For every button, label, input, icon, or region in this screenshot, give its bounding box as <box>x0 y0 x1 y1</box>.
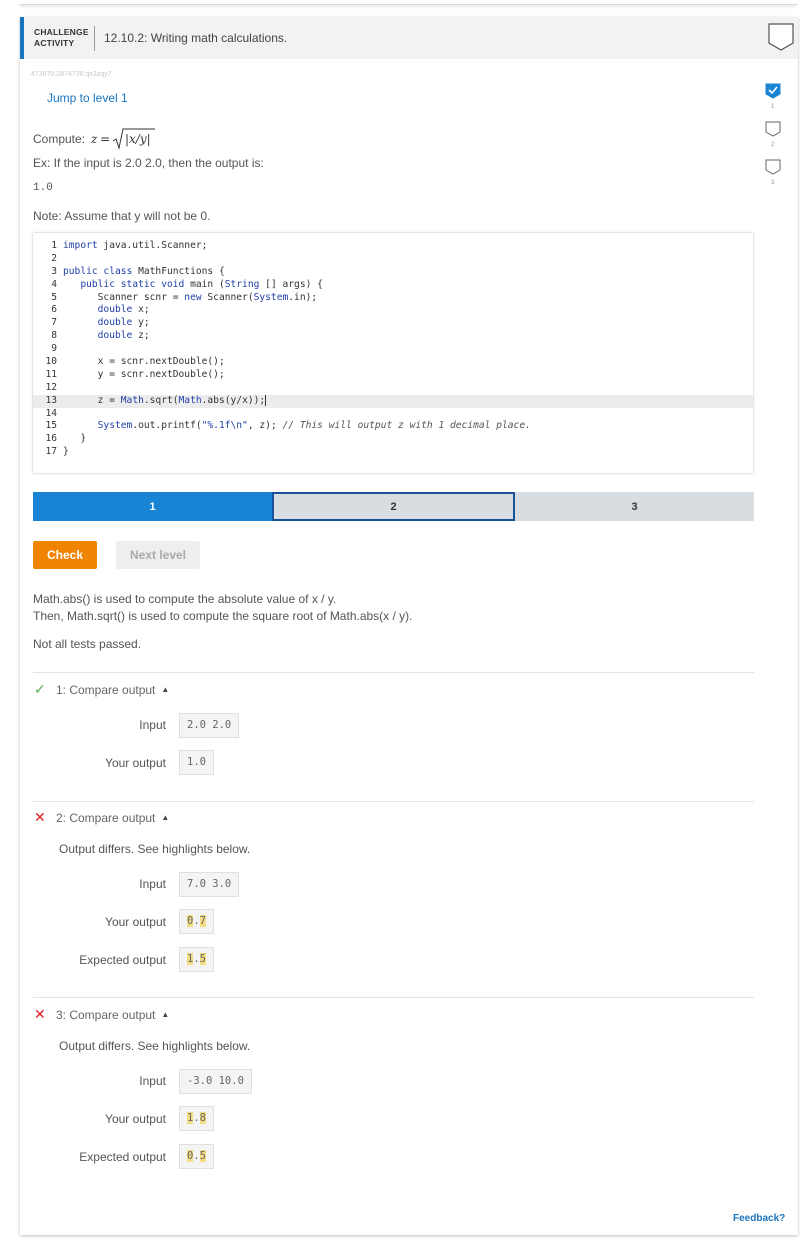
level-1-indicator[interactable]: 1 <box>765 83 781 121</box>
code-line: 5 Scanner scnr = new Scanner(System.in); <box>51 291 318 303</box>
note-text: Note: Assume that y will not be 0. <box>33 209 211 223</box>
challenge-activity-card: CHALLENGE ACTIVITY 12.10.2: Writing math… <box>20 17 798 1235</box>
jump-to-level-link[interactable]: Jump to level 1 <box>47 91 128 105</box>
code-editor[interactable]: 1 import java.util.Scanner; 2 3 public cla… <box>33 233 753 473</box>
expected-output-label: Expected output <box>79 953 166 967</box>
code-line: 3 public class MathFunctions { <box>51 265 225 277</box>
check-button[interactable]: Check <box>33 541 97 569</box>
feedback-link[interactable]: Feedback? <box>733 1213 785 1224</box>
explanation-line-1: Math.abs() is used to compute the absolu… <box>33 592 337 606</box>
divider <box>33 672 754 673</box>
checked-shield-icon <box>765 83 781 99</box>
top-divider <box>20 0 797 5</box>
progress-level-3[interactable]: 3 <box>515 492 754 521</box>
code-line: 15 System.out.printf("%.1f\n", z); // Th… <box>45 420 531 432</box>
code-line: 12 <box>45 381 57 393</box>
code-line: 4 public static void main (String [] arg… <box>51 278 323 290</box>
header-separator <box>94 26 95 51</box>
level-indicators: 1 2 3 <box>765 83 785 197</box>
example-text: Ex: If the input is 2.0 2.0, then the ou… <box>33 156 264 170</box>
your-output-value: 0.7 <box>179 909 214 934</box>
output-differs-text: Output differs. See highlights below. <box>59 1039 251 1053</box>
test-input-value: 7.0 3.0 <box>179 872 240 897</box>
your-output-label: Your output <box>105 756 166 770</box>
code-line: 16 } <box>45 433 87 445</box>
expected-output-label: Expected output <box>79 1150 166 1164</box>
test-3-toggle[interactable]: ✕ 3: Compare output ▲ <box>34 1006 169 1023</box>
your-output-label: Your output <box>105 915 166 929</box>
input-label: Input <box>139 718 166 732</box>
divider <box>33 997 754 998</box>
divider <box>33 801 754 802</box>
check-icon: ✓ <box>34 681 46 697</box>
progress-level-1[interactable]: 1 <box>33 492 272 521</box>
level-2-indicator[interactable]: 2 <box>765 121 781 159</box>
formula-sqrt-graphic: z = |x/y| <box>90 128 156 150</box>
your-output-value: 1.0 <box>179 750 214 775</box>
chevron-up-icon: ▲ <box>161 813 170 822</box>
svg-text:=: = <box>100 132 110 146</box>
test-input-value: 2.0 2.0 <box>179 713 240 738</box>
test-1-toggle[interactable]: ✓ 1: Compare output ▲ <box>34 681 169 698</box>
close-icon: ✕ <box>34 809 46 825</box>
code-line: 17} <box>45 446 69 458</box>
level-progress-bar: 1 2 3 <box>33 492 754 521</box>
completion-shield-icon <box>768 23 794 51</box>
next-level-button[interactable]: Next level <box>116 541 200 569</box>
code-line: 11 y = scnr.nextDouble(); <box>45 368 225 380</box>
explanation-line-2: Then, Math.sqrt() is used to compute the… <box>33 609 413 623</box>
code-line: 8 double z; <box>51 330 150 342</box>
test-status: Not all tests passed. <box>33 637 142 651</box>
close-icon: ✕ <box>34 1006 46 1022</box>
your-output-label: Your output <box>105 1112 166 1126</box>
code-line-active: 13 z = Math.sqrt(Math.abs(y/x)); <box>33 394 753 408</box>
code-line: 2 <box>51 252 57 264</box>
code-line: 10 x = scnr.nextDouble(); <box>45 356 225 368</box>
test-2-toggle[interactable]: ✕ 2: Compare output ▲ <box>34 809 169 826</box>
svg-text:|x/y|: |x/y| <box>125 132 151 146</box>
activity-title: 12.10.2: Writing math calculations. <box>104 31 288 45</box>
progress-level-2[interactable]: 2 <box>272 492 515 521</box>
output-differs-text: Output differs. See highlights below. <box>59 842 251 856</box>
input-label: Input <box>139 877 166 891</box>
example-output: 1.0 <box>33 182 53 194</box>
compute-formula: Compute: z = |x/y| <box>33 127 156 151</box>
code-line: 14 <box>45 407 57 419</box>
activity-id: 473670.2874738.qx3zqy7 <box>31 71 112 78</box>
activity-kind-label: CHALLENGE ACTIVITY <box>34 27 89 48</box>
chevron-up-icon: ▲ <box>161 1010 170 1019</box>
svg-text:z: z <box>90 132 98 146</box>
code-line: 9 <box>51 343 57 355</box>
level-3-indicator[interactable]: 3 <box>765 159 781 197</box>
code-line: 1 import java.util.Scanner; <box>51 240 208 251</box>
activity-header: CHALLENGE ACTIVITY 12.10.2: Writing math… <box>20 17 798 59</box>
chevron-up-icon: ▲ <box>161 685 170 694</box>
expected-output-value: 0.5 <box>179 1144 214 1169</box>
test-input-value: -3.0 10.0 <box>179 1069 252 1094</box>
empty-shield-icon <box>765 159 781 175</box>
code-line: 7 double y; <box>51 317 150 329</box>
empty-shield-icon <box>765 121 781 137</box>
expected-output-value: 1.5 <box>179 947 214 972</box>
code-line: 6 double x; <box>51 304 150 316</box>
your-output-value: 1.8 <box>179 1106 214 1131</box>
input-label: Input <box>139 1074 166 1088</box>
